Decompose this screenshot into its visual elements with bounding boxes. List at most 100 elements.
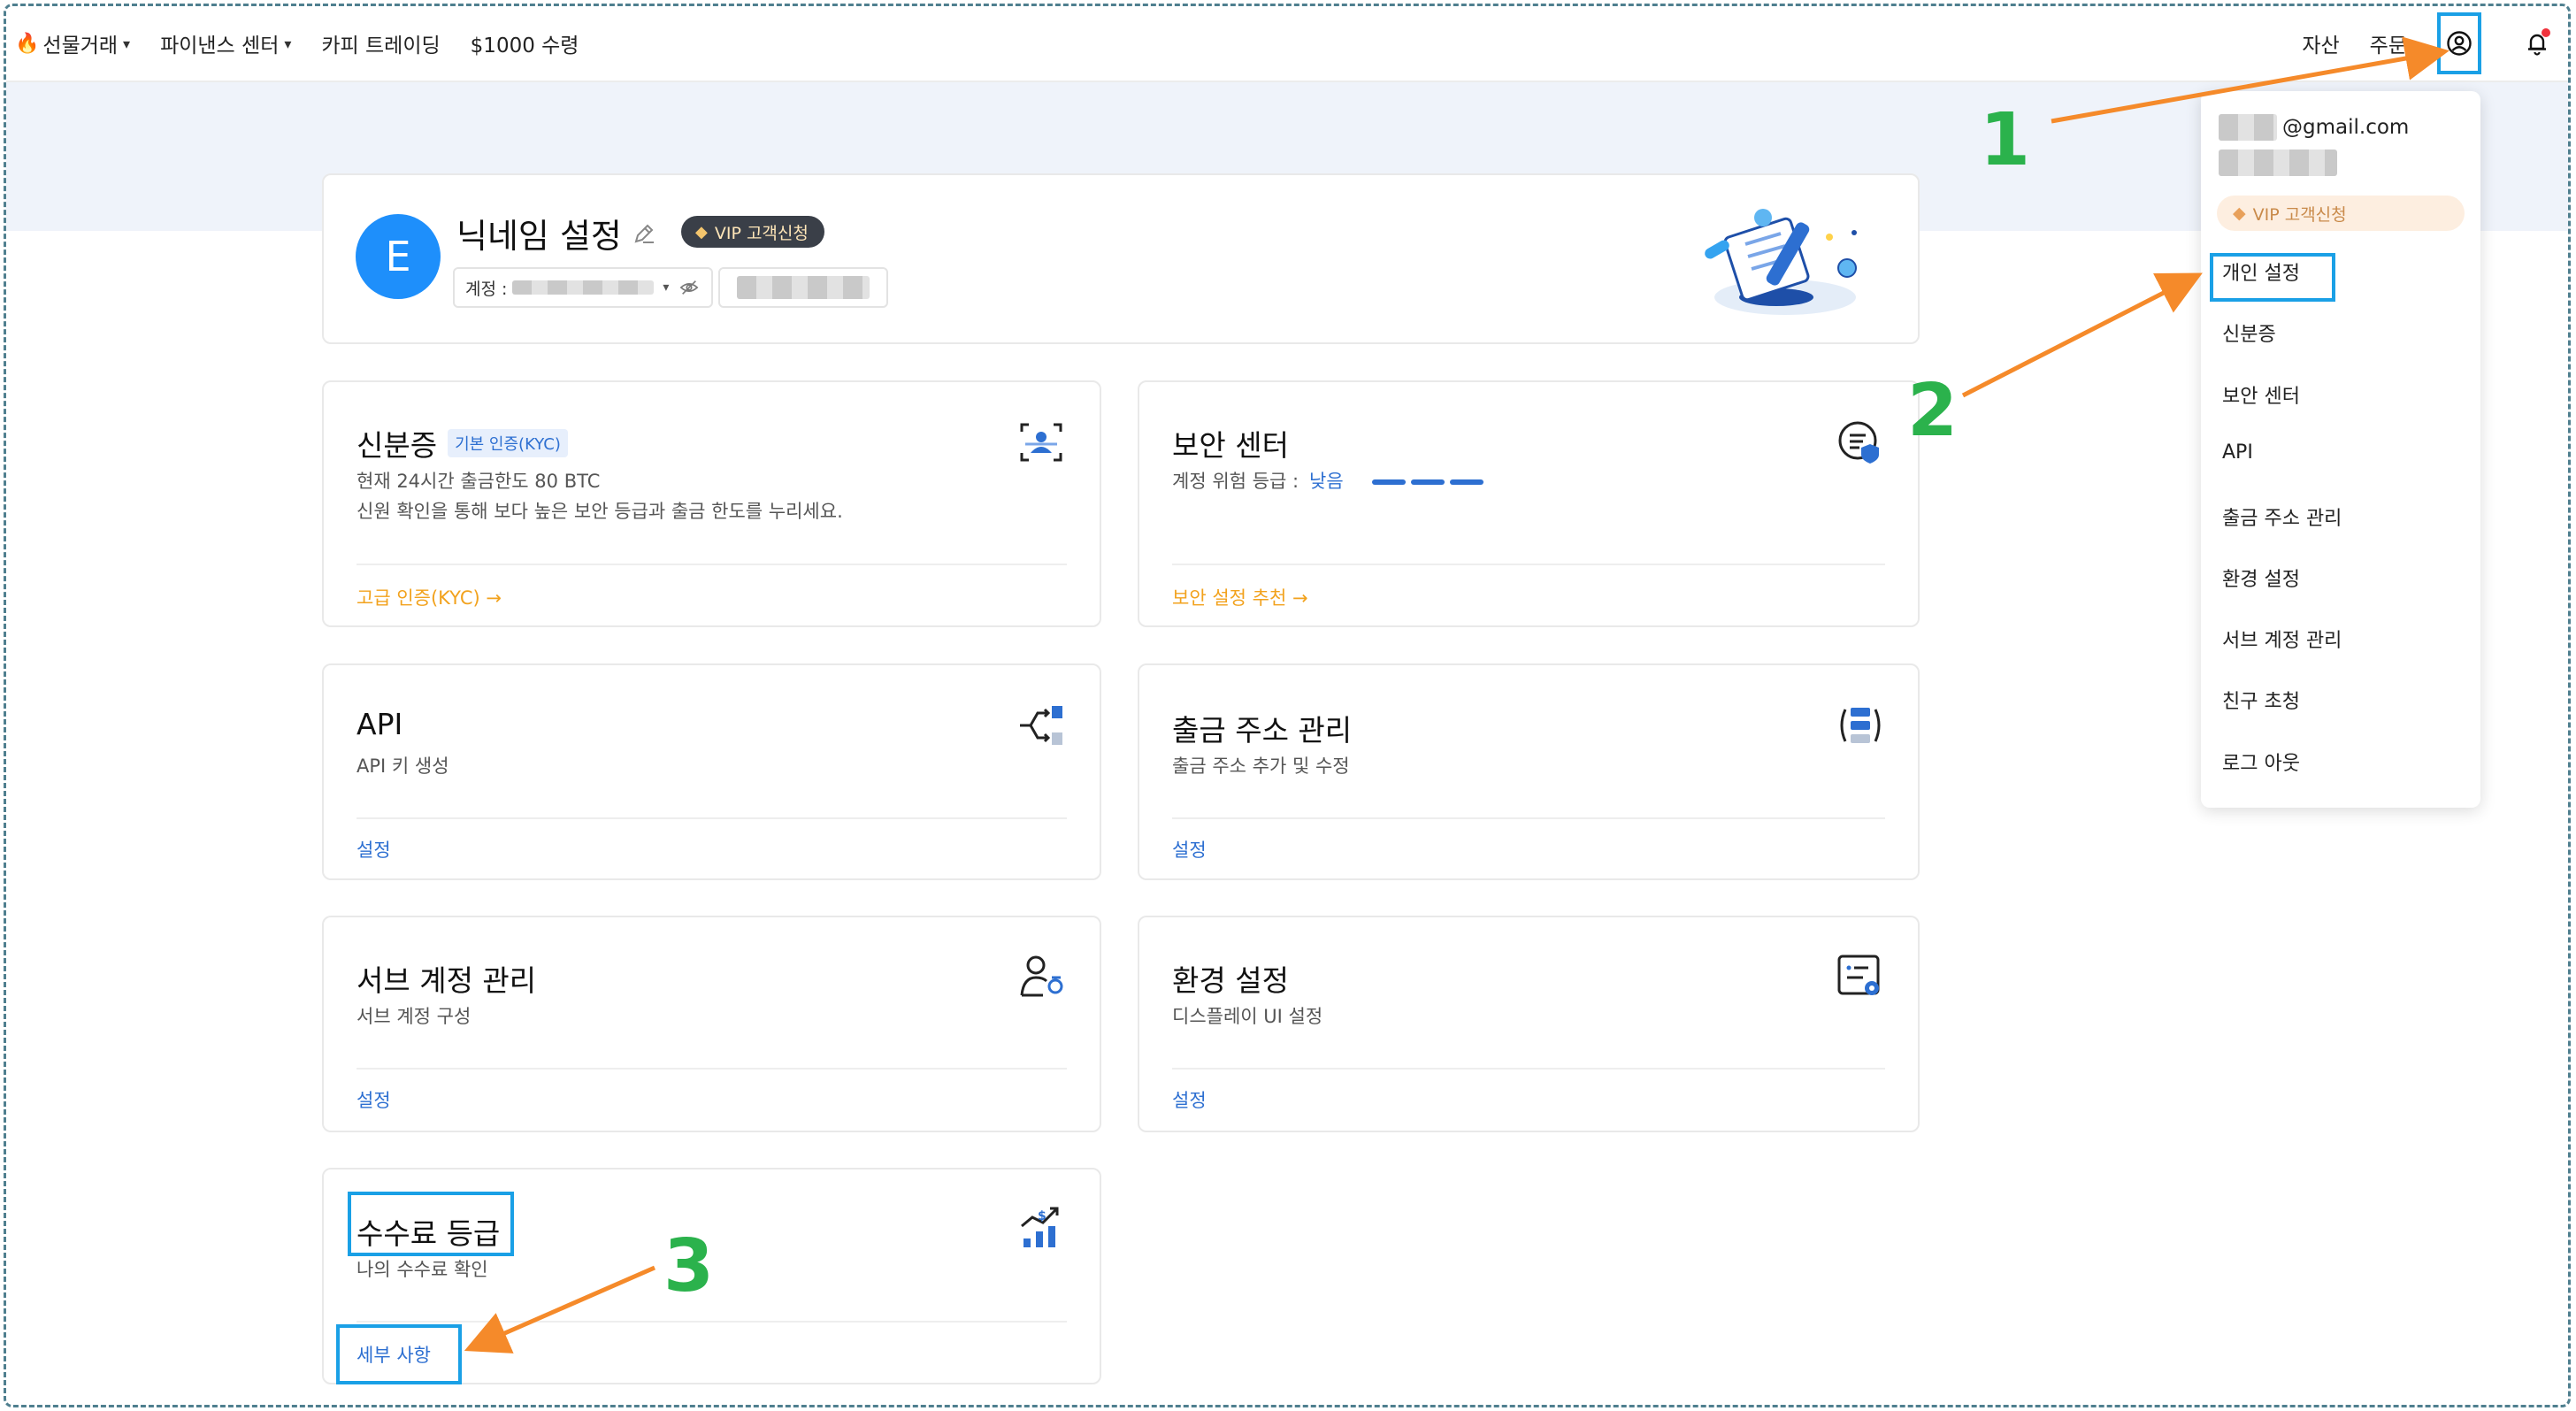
eye-off-icon[interactable] [679,278,699,297]
masked-email-prefix [2219,114,2277,141]
withdraw-title: 출금 주소 관리 [1172,713,1353,748]
masked-dropdown-uid [2219,150,2337,176]
nav-futures-label: 선물거래 [42,35,119,58]
menu-security-center[interactable]: 보안 센터 [2222,380,2300,409]
api-settings-link[interactable]: 설정 [356,836,391,863]
arrow-2 [1961,272,2203,398]
divider [1172,817,1885,819]
security-title: 보안 센터 [1172,428,1289,463]
menu-identity[interactable]: 신분증 [2222,318,2276,347]
masked-account-id [512,280,655,295]
svg-text:$: $ [1038,1209,1046,1223]
security-recommend-link[interactable]: 보안 설정 추천 → [1172,584,1308,610]
annotation-number-1: 1 [1980,98,2031,182]
fire-icon: 🔥 [15,32,40,55]
address-list-icon [1840,708,1881,743]
dropdown-vip-label: VIP 고객신청 [2252,204,2347,225]
menu-logout[interactable]: 로그 아웃 [2222,748,2300,776]
fee-chart-icon: $ [1021,1207,1059,1247]
sub-account-user-icon [1020,955,1063,997]
vip-apply-badge[interactable]: ◆ VIP 고객신청 [681,216,824,248]
api-title: API [356,707,403,741]
nickname-setting[interactable]: 닉네임 설정 [456,209,657,257]
withdraw-desc: 출금 주소 추가 및 수정 [1172,755,1350,777]
diamond-icon: ◆ [2233,203,2246,223]
highlight-fee-title [348,1192,514,1256]
api-desc: API 키 생성 [356,755,449,777]
risk-value: 낮음 [1309,471,1344,492]
prefs-settings-link[interactable]: 설정 [1172,1086,1207,1113]
security-center-card: 보안 센터 계정 위험 등급 : 낮음 보안 설정 추천 → [1138,380,1920,627]
preferences-card: 환경 설정 디스플레이 UI 설정 설정 [1138,916,1920,1132]
vip-badge-label: VIP 고객신청 [714,223,809,243]
avatar: E [356,214,441,299]
profile-card: E 닉네임 설정 ◆ VIP 고객신청 계정 : ▾ [322,173,1920,344]
nav-reward-label: $1000 수령 [470,35,579,58]
risk-label: 계정 위험 등급 : [1172,471,1300,492]
withdraw-address-card: 출금 주소 관리 출금 주소 추가 및 수정 설정 [1138,663,1920,880]
risk-level-bars [1372,479,1489,485]
sub-desc: 서브 계정 구성 [356,1006,472,1027]
kyc-desc-info: 신원 확인을 통해 보다 높은 보안 등급과 출금 한도를 누리세요. [356,501,843,522]
sub-account-card: 서브 계정 관리 서브 계정 구성 설정 [322,916,1101,1132]
menu-api[interactable]: API [2222,441,2253,464]
kyc-title-row: 신분증 기본 인증(KYC) [356,422,568,464]
prefs-desc: 디스플레이 UI 설정 [1172,1006,1323,1027]
advanced-kyc-link[interactable]: 고급 인증(KYC) → [356,584,502,610]
divider [356,564,1067,565]
account-selector[interactable]: 계정 : ▾ [453,267,713,308]
nav-finance[interactable]: 파이낸스 센터 ▾ [160,28,291,58]
edit-pencil-icon[interactable] [631,220,657,247]
sub-settings-link[interactable]: 설정 [356,1086,391,1113]
menu-withdraw-address[interactable]: 출금 주소 관리 [2222,502,2342,531]
diamond-icon: ◆ [695,222,708,242]
api-card: API API 키 생성 설정 [322,663,1101,880]
app-frame: 🔥 선물거래 ▾ 파이낸스 센터 ▾ 카피 트레이딩 $1000 수령 자산 주… [4,4,2571,1407]
annotation-number-2: 2 [1907,369,1959,453]
nav-copy-trading[interactable]: 카피 트레이딩 [321,28,440,58]
divider [356,1068,1067,1070]
nav-reward[interactable]: $1000 수령 [471,28,579,58]
fee-desc: 나의 수수료 확인 [356,1259,488,1280]
notification-dot [2542,28,2550,37]
menu-invite-friends[interactable]: 친구 초청 [2222,686,2300,714]
account-label: 계정 : [465,279,508,299]
divider [356,817,1067,819]
email-domain: @gmail.com [2282,116,2410,139]
nav-assets[interactable]: 자산 [2302,28,2339,58]
id-scan-icon [1020,423,1062,462]
withdraw-settings-link[interactable]: 설정 [1172,836,1207,863]
user-circle-icon [2447,31,2472,56]
kyc-card: 신분증 기본 인증(KYC) 현재 24시간 출금한도 80 BTC 신원 확인… [322,380,1101,627]
notification-button[interactable] [2522,28,2552,58]
api-connect-icon [1020,706,1062,745]
chevron-down-icon: ▾ [663,280,670,295]
dropdown-vip-apply[interactable]: ◆ VIP 고객신청 [2217,196,2465,231]
nav-orders[interactable]: 주문 [2370,28,2407,58]
nickname-label: 닉네임 설정 [456,217,622,256]
kyc-level-tag: 기본 인증(KYC) [448,429,568,457]
menu-sub-account[interactable]: 서브 계정 관리 [2222,625,2342,653]
highlight-fee-details [336,1324,462,1384]
user-menu-button[interactable] [2437,12,2481,74]
menu-preferences[interactable]: 환경 설정 [2222,564,2300,592]
dropdown-email: @gmail.com [2219,114,2409,141]
prefs-title: 환경 설정 [1172,963,1289,998]
sub-title: 서브 계정 관리 [356,963,537,998]
chevron-down-icon: ▾ [284,35,292,52]
masked-uid-box [718,267,888,308]
nav-futures[interactable]: 🔥 선물거래 ▾ [15,28,130,58]
security-shield-icon [1838,421,1879,464]
divider [356,1321,1067,1323]
divider [1172,1068,1885,1070]
highlight-personal-settings [2210,253,2335,302]
divider [1172,564,1885,565]
user-dropdown-menu: @gmail.com ◆ VIP 고객신청 개인 설정 신분증 보안 센터 AP… [2201,91,2480,808]
nav-copy-label: 카피 트레이딩 [321,35,441,58]
chevron-down-icon: ▾ [123,35,131,52]
security-risk-row: 계정 위험 등급 : 낮음 [1172,467,1489,495]
masked-uid [737,276,870,299]
preferences-gear-icon [1837,955,1880,995]
profile-illustration [1705,209,1857,315]
nav-right: 자산 주문 [2302,6,2568,81]
